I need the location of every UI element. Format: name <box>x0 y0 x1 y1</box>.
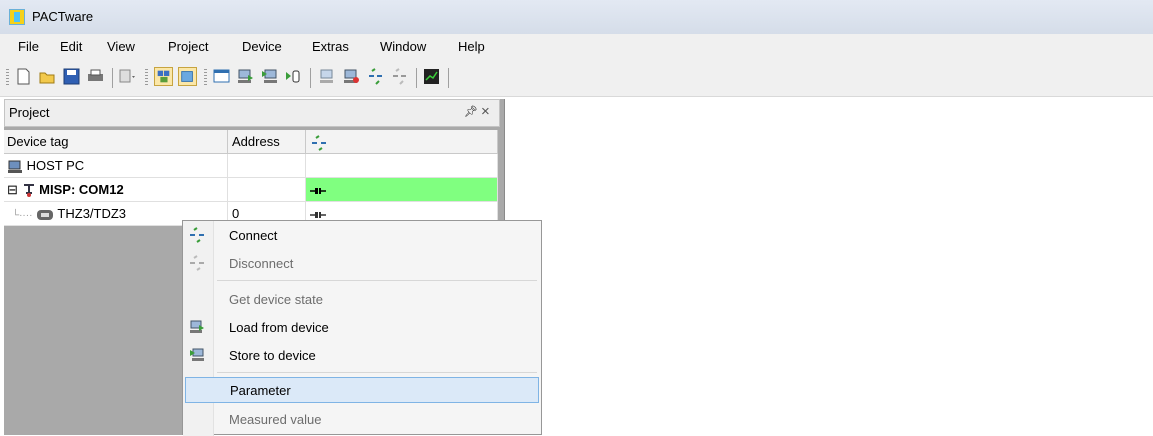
status-cell <box>306 154 498 178</box>
print-icon[interactable] <box>86 67 105 86</box>
column-device-tag[interactable]: Device tag <box>4 130 228 154</box>
load-from-device-icon[interactable] <box>236 67 255 86</box>
disconnect-device-icon[interactable] <box>342 67 361 86</box>
tree-connector: └···· <box>12 210 33 221</box>
address-cell <box>228 154 306 178</box>
workspace-area <box>509 99 1153 435</box>
device-tag-label: THZ3/TDZ3 <box>57 206 127 221</box>
load-from-device-icon <box>190 320 204 333</box>
project-view-icon[interactable] <box>154 67 173 86</box>
toolbar-separator <box>448 68 449 88</box>
device-catalog-icon[interactable] <box>178 67 197 86</box>
menu-view[interactable]: View <box>107 39 135 54</box>
menu-item-label: Parameter <box>230 383 291 398</box>
toolbar-separator <box>416 68 417 88</box>
menu-project[interactable]: Project <box>168 39 208 54</box>
disconnect-icon[interactable] <box>390 67 409 86</box>
copy-dropdown-icon[interactable] <box>118 67 137 86</box>
close-icon[interactable]: × <box>481 103 490 120</box>
measured-value-icon[interactable] <box>284 67 303 86</box>
menu-separator <box>217 372 537 373</box>
panel-title: Project <box>9 105 50 120</box>
table-row[interactable]: HOST PC <box>4 154 498 178</box>
thz3-device-icon <box>37 209 54 220</box>
menu-item-label: Get device state <box>229 292 323 307</box>
disconnected-plug-icon <box>310 211 326 218</box>
context-menu: Connect Disconnect Get device state Load… <box>182 220 542 436</box>
collapse-icon[interactable]: ⊟ <box>7 182 18 197</box>
menu-device[interactable]: Device <box>242 39 282 54</box>
new-icon[interactable] <box>14 67 33 86</box>
toolbar-separator <box>310 68 311 88</box>
menu-item-get-device-state[interactable]: Get device state <box>183 286 541 312</box>
toolbar-grip[interactable] <box>204 69 207 87</box>
pin-icon[interactable]: 📌︎ <box>464 105 478 118</box>
status-cell-connected <box>306 178 498 202</box>
title-bar: PACTware <box>0 0 1153 34</box>
window-title: PACTware <box>32 9 94 24</box>
misp-modem-icon <box>23 183 34 197</box>
table-row[interactable]: ⊟ MISP: COM12 <box>4 178 498 202</box>
menu-extras[interactable]: Extras <box>312 39 349 54</box>
device-tag-cell: HOST PC <box>4 154 228 178</box>
menu-file[interactable]: File <box>18 39 39 54</box>
store-to-device-icon[interactable] <box>260 67 279 86</box>
grid-header: Device tag Address <box>4 130 498 154</box>
menu-item-disconnect[interactable]: Disconnect <box>183 250 541 276</box>
menu-item-label: Connect <box>229 228 278 243</box>
menu-item-measured-value[interactable]: Measured value <box>183 406 541 432</box>
toolbar <box>0 60 1153 97</box>
menu-edit[interactable]: Edit <box>60 39 82 54</box>
store-to-device-icon <box>190 348 204 361</box>
menu-item-label: Load from device <box>229 320 329 335</box>
menu-item-connect[interactable]: Connect <box>183 222 541 248</box>
menu-item-label: Measured value <box>229 412 322 427</box>
connect-icon <box>190 227 204 243</box>
column-address[interactable]: Address <box>228 130 306 154</box>
connected-plug-icon <box>310 187 326 194</box>
disconnect-icon <box>190 255 204 271</box>
menu-help[interactable]: Help <box>458 39 485 54</box>
connect-icon[interactable] <box>366 67 385 86</box>
menu-item-load-from-device[interactable]: Load from device <box>183 314 541 340</box>
toolbar-separator <box>112 68 113 88</box>
device-tag-cell: ⊟ MISP: COM12 <box>4 178 228 202</box>
menu-item-parameter[interactable]: Parameter <box>185 377 539 403</box>
toolbar-grip[interactable] <box>6 69 9 87</box>
menu-item-store-to-device[interactable]: Store to device <box>183 342 541 368</box>
host-pc-icon <box>8 160 22 173</box>
toolbar-grip[interactable] <box>145 69 148 87</box>
column-connection-status[interactable] <box>306 130 498 154</box>
pactware-app-icon <box>9 9 25 25</box>
menu-separator <box>217 280 537 281</box>
device-tag-label: HOST PC <box>26 158 85 173</box>
project-panel-header: Project 📌︎ × <box>4 99 500 127</box>
device-tag-label: MISP: COM12 <box>39 182 124 197</box>
menu-item-label: Store to device <box>229 348 316 363</box>
connection-icon <box>312 134 326 151</box>
address-cell <box>228 178 306 202</box>
connect-device-icon[interactable] <box>318 67 337 86</box>
open-folder-icon[interactable] <box>38 67 57 86</box>
save-icon[interactable] <box>62 67 81 86</box>
menu-window[interactable]: Window <box>380 39 426 54</box>
parameter-window-icon[interactable] <box>212 67 231 86</box>
menu-item-label: Disconnect <box>229 256 294 271</box>
menu-bar: File Edit View Project Device Extras Win… <box>0 34 1153 60</box>
trend-icon[interactable] <box>422 67 441 86</box>
